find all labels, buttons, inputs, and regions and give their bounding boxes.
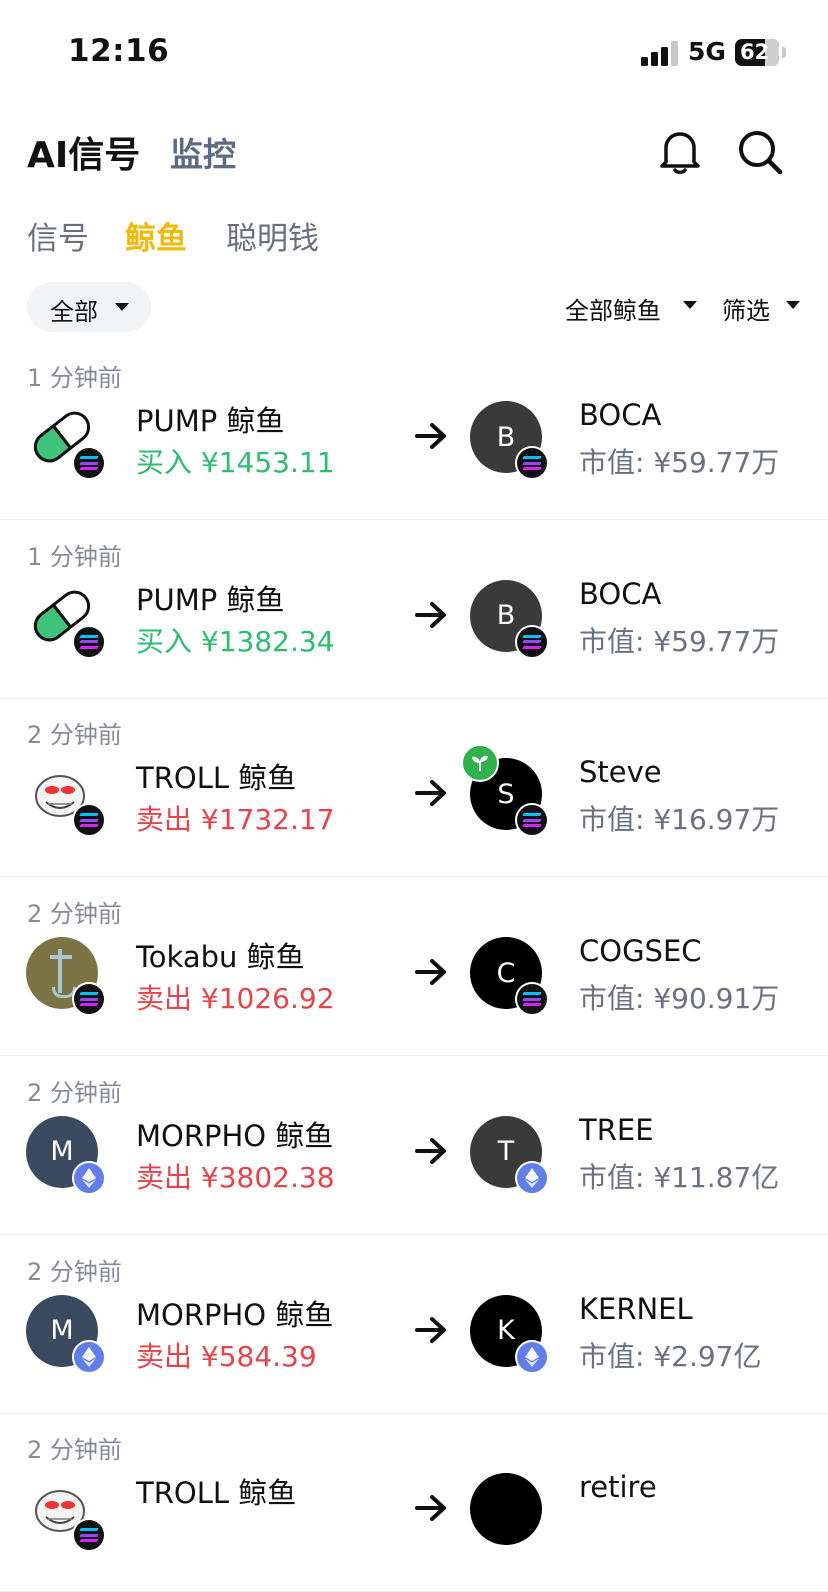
whale-trade-row[interactable]: 2 分钟前 M MORPHO 鲸鱼 卖出 ¥584.39 K KERNEL 市值: ¥2.9…	[0, 1235, 828, 1414]
arrow-right-icon	[415, 601, 446, 628]
arrow-right-icon	[415, 1137, 446, 1164]
trade-time: 2 分钟前	[27, 900, 122, 929]
solana-chain-icon	[72, 1518, 106, 1553]
ethereum-chain-icon	[515, 1339, 549, 1374]
trade-amount: 卖出 ¥3802.38	[136, 1160, 335, 1194]
whale-trade-row[interactable]: 1 分钟前 PUMP 鲸鱼 买入 ¥1382.34 B BOCA 市值: ¥59.77万	[0, 520, 828, 699]
token-name: retire	[579, 1470, 657, 1505]
trade-time: 1 分钟前	[27, 542, 122, 571]
token-market-cap: 市值: ¥59.77万	[579, 624, 780, 658]
arrow-right-icon	[415, 959, 446, 986]
ethereum-chain-icon	[72, 1339, 106, 1374]
solana-chain-icon	[72, 446, 106, 480]
trade-amount: 卖出 ¥1732.17	[136, 803, 335, 837]
all-whales-dropdown[interactable]: 全部鲸鱼	[565, 291, 661, 326]
battery-level: 62	[740, 40, 770, 64]
token-name: BOCA	[579, 576, 662, 611]
search-icon[interactable]	[736, 128, 784, 176]
token-name: TREE	[579, 1112, 654, 1147]
whale-name: PUMP 鲸鱼	[136, 404, 285, 438]
arrow-right-icon	[415, 423, 446, 449]
whale-name: PUMP 鲸鱼	[136, 582, 285, 617]
bell-icon[interactable]	[658, 128, 702, 176]
filter-all-dropdown[interactable]: 全部	[27, 282, 151, 332]
trade-time: 1 分钟前	[27, 364, 122, 392]
status-bar: 12:16 5G 62	[0, 0, 828, 100]
solana-chain-icon	[515, 446, 549, 480]
token-market-cap: 市值: ¥59.77万	[579, 446, 780, 479]
tab-smart-money[interactable]: 聪明钱	[226, 213, 319, 258]
trade-time: 2 分钟前	[27, 721, 122, 750]
whale-name: Tokabu 鲸鱼	[136, 940, 305, 975]
whale-trade-row[interactable]: 2 分钟前 Tokabu 鲸鱼 卖出 ¥1026.92 C COGSEC 市值: ¥90.…	[0, 877, 828, 1057]
solana-chain-icon	[515, 982, 549, 1017]
whale-trade-row[interactable]: 2 分钟前 TROLL 鲸鱼 retire	[0, 1413, 828, 1592]
arrow-right-icon	[415, 1495, 446, 1522]
trade-time: 2 分钟前	[27, 1078, 122, 1107]
signal-strength-icon	[641, 40, 679, 66]
token-market-cap: 市值: ¥2.97亿	[579, 1339, 762, 1373]
ethereum-chain-icon	[515, 1160, 549, 1195]
whale-trade-row[interactable]: 2 分钟前 M MORPHO 鲸鱼 卖出 ¥3802.38 T TREE 市值: ¥11.8…	[0, 1056, 828, 1235]
token-name: COGSEC	[579, 934, 702, 969]
token-name: BOCA	[579, 398, 662, 432]
token-name: KERNEL	[579, 1291, 693, 1326]
tab-whale[interactable]: 鲸鱼	[125, 213, 187, 258]
trade-amount: 卖出 ¥584.39	[136, 1339, 317, 1373]
whale-name: MORPHO 鲸鱼	[136, 1297, 334, 1332]
caret-down-icon	[115, 303, 129, 311]
solana-chain-icon	[515, 624, 549, 659]
token-avatar	[470, 1473, 542, 1546]
network-type: 5G	[688, 37, 726, 66]
caret-down-icon	[786, 301, 800, 309]
whale-name: MORPHO 鲸鱼	[136, 1118, 334, 1153]
trade-time: 2 分钟前	[27, 1436, 122, 1465]
trade-amount: 买入 ¥1382.34	[136, 624, 335, 658]
token-name: Steve	[579, 755, 662, 790]
solana-chain-icon	[72, 982, 106, 1017]
trade-amount: 买入 ¥1453.11	[136, 446, 335, 479]
token-market-cap: 市值: ¥16.97万	[579, 803, 780, 837]
whale-trade-row[interactable]: 1 分钟前 PUMP 鲸鱼 买入 ¥1453.11 B BOCA 市值: ¥59.77万	[0, 341, 828, 520]
filter-dropdown[interactable]: 筛选	[722, 291, 770, 326]
ethereum-chain-icon	[72, 1160, 106, 1195]
page-title[interactable]: AI信号	[27, 126, 140, 178]
token-market-cap: 市值: ¥11.87亿	[579, 1160, 780, 1194]
trade-amount: 卖出 ¥1026.92	[136, 982, 335, 1016]
battery-tip	[782, 47, 786, 58]
whale-name: TROLL 鲸鱼	[136, 1476, 297, 1511]
tab-signal[interactable]: 信号	[27, 213, 89, 258]
trade-time: 2 分钟前	[27, 1257, 122, 1286]
whale-name: TROLL 鲸鱼	[136, 761, 297, 796]
battery-icon: 62	[735, 39, 779, 66]
whale-trade-row[interactable]: 2 分钟前 TROLL 鲸鱼 卖出 ¥1732.17 S Steve 市值: ¥16.97…	[0, 698, 828, 878]
status-time: 12:16	[68, 33, 170, 69]
solana-chain-icon	[72, 624, 106, 659]
arrow-right-icon	[415, 1316, 446, 1343]
caret-down-icon	[683, 301, 697, 309]
tab-monitor[interactable]: 监控	[170, 128, 236, 176]
filter-all-label: 全部	[50, 298, 98, 326]
solana-chain-icon	[515, 803, 549, 838]
token-market-cap: 市值: ¥90.91万	[579, 982, 780, 1016]
solana-chain-icon	[72, 803, 106, 838]
arrow-right-icon	[415, 780, 446, 807]
